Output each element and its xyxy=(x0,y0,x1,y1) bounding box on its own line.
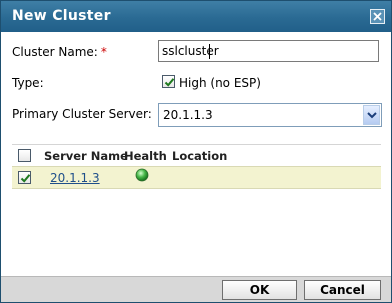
row-checkbox[interactable] xyxy=(18,171,31,184)
type-label: Type: xyxy=(12,76,44,90)
server-name-link[interactable]: 20.1.1.3 xyxy=(50,171,100,185)
close-icon xyxy=(373,12,382,21)
select-all-checkbox[interactable] xyxy=(18,149,31,162)
checkmark-icon xyxy=(164,78,175,87)
cluster-name-label-text: Cluster Name: xyxy=(12,45,98,59)
close-button[interactable] xyxy=(370,9,385,24)
checkmark-icon xyxy=(20,174,31,183)
primary-server-label: Primary Cluster Server: xyxy=(12,107,152,121)
column-health[interactable]: Health xyxy=(124,149,167,163)
primary-server-value: 20.1.1.3 xyxy=(163,108,213,122)
cancel-button[interactable]: Cancel xyxy=(304,280,381,300)
type-high-label: High (no ESP) xyxy=(179,76,261,90)
dropdown-button[interactable] xyxy=(363,105,380,125)
cluster-name-input[interactable] xyxy=(158,40,379,62)
required-marker: * xyxy=(100,45,107,59)
cluster-name-label: Cluster Name: * xyxy=(12,45,107,59)
table-header: Server Name Health Location xyxy=(12,144,381,166)
type-high-checkbox[interactable] xyxy=(162,75,175,88)
text-cursor xyxy=(209,44,210,59)
column-location[interactable]: Location xyxy=(172,149,227,163)
health-status-green-icon xyxy=(135,168,149,182)
new-cluster-dialog: New Cluster Cluster Name:* Type: High (n… xyxy=(0,0,392,303)
column-server-name[interactable]: Server Name xyxy=(44,149,128,163)
primary-server-select[interactable]: 20.1.1.3 xyxy=(158,103,382,127)
chevron-down-icon xyxy=(367,112,377,119)
table-row[interactable]: 20.1.1.3 xyxy=(12,166,381,189)
dialog-title: New Cluster xyxy=(12,8,111,24)
dialog-titlebar: New Cluster xyxy=(1,1,391,32)
dialog-footer: OK Cancel xyxy=(1,276,391,302)
ok-button[interactable]: OK xyxy=(222,280,297,300)
